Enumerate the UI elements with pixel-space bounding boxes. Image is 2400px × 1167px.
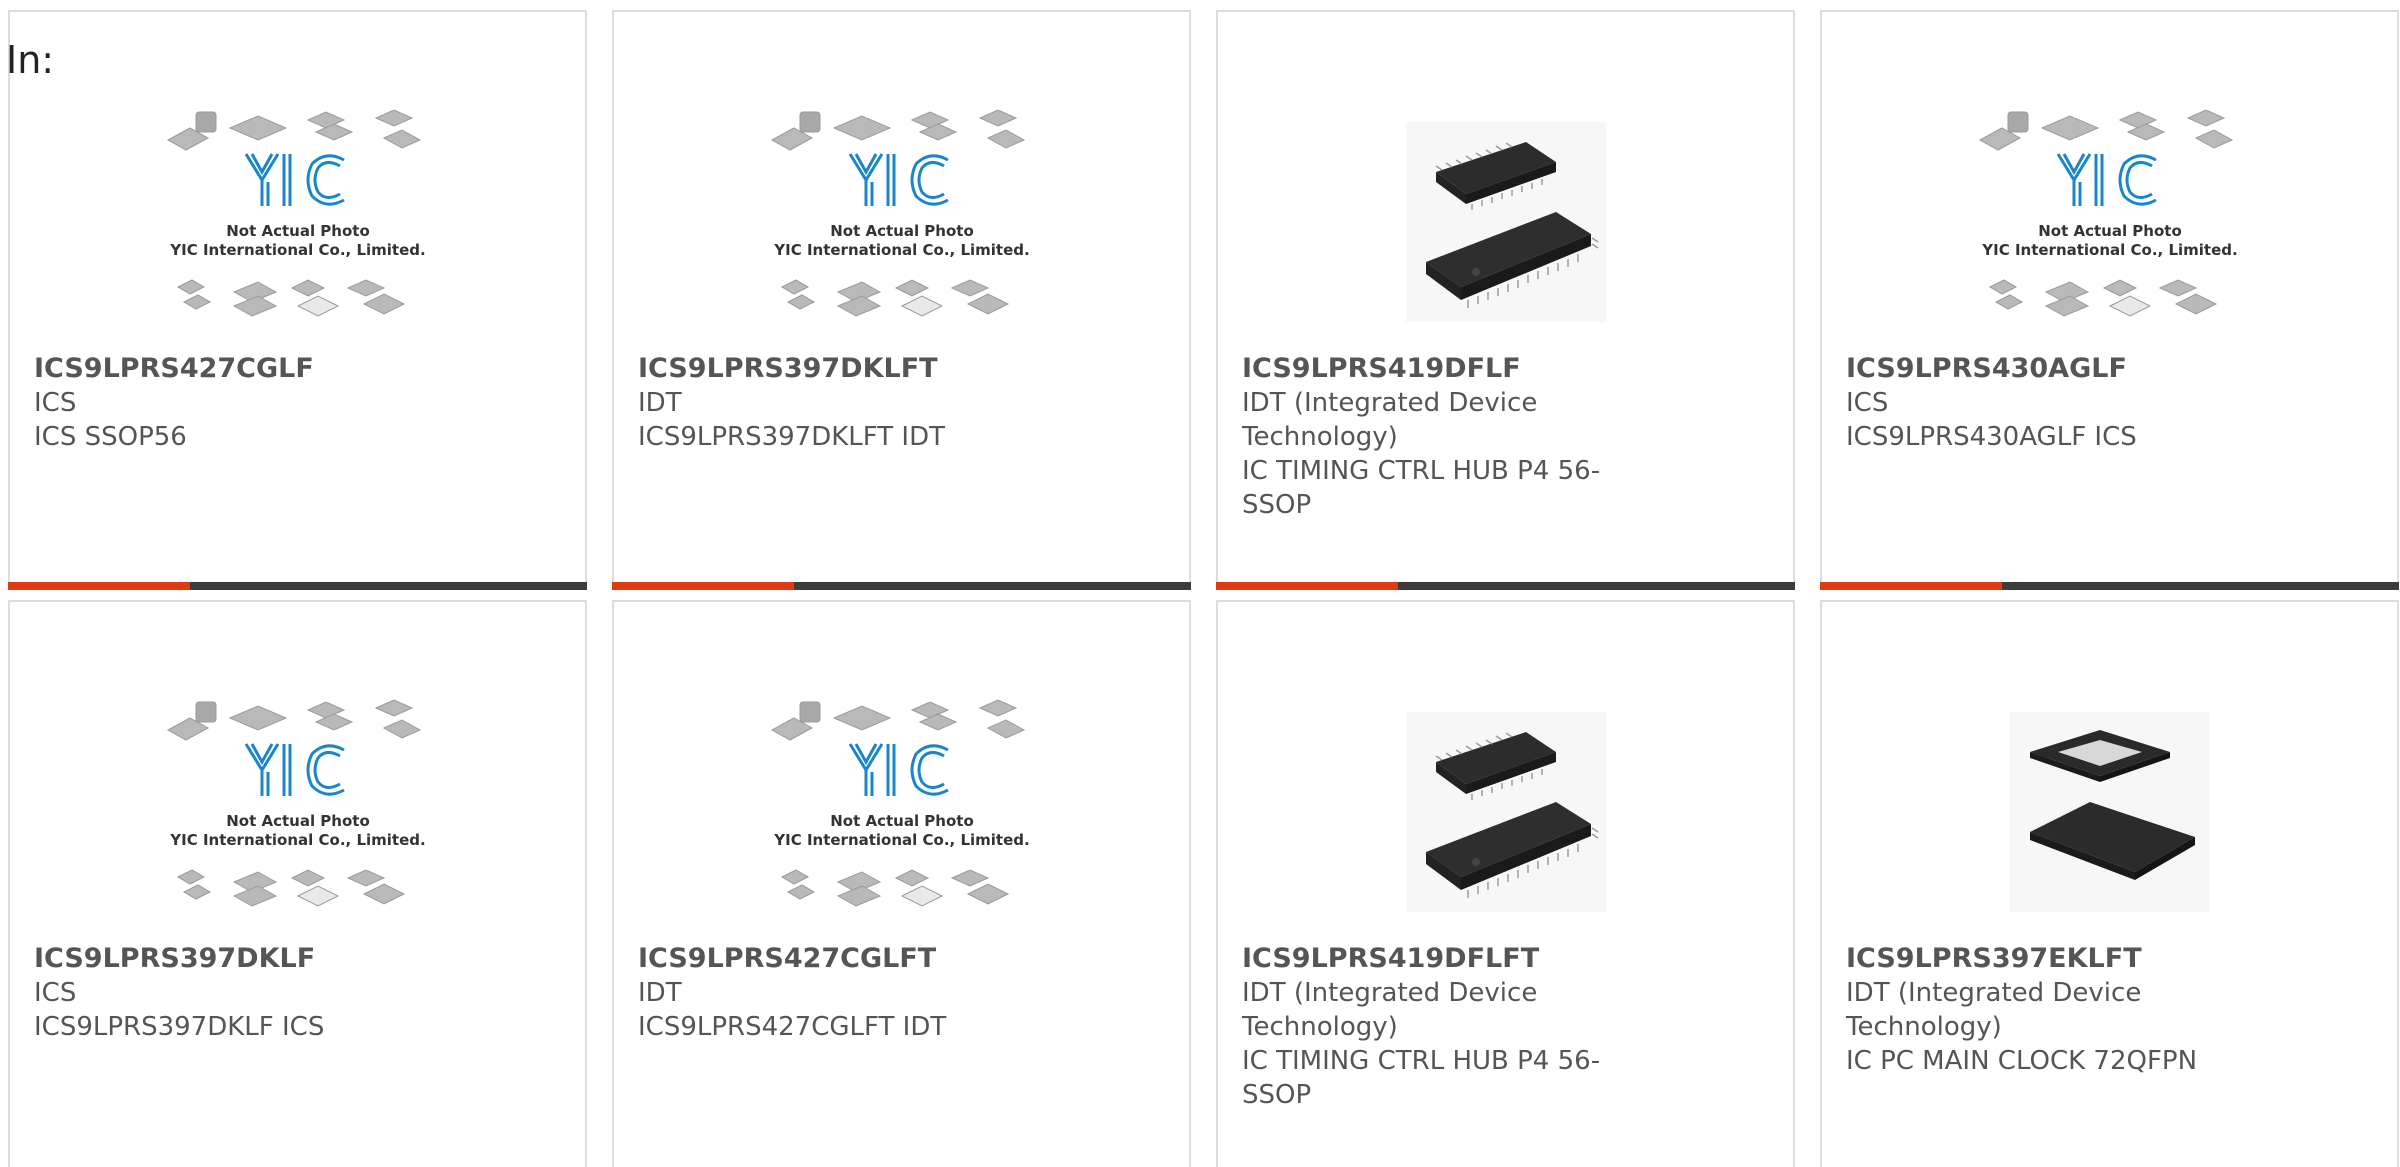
product-card[interactable]: Not Actual Photo YIC International Co., … bbox=[612, 600, 1191, 1167]
product-info: ICS9LPRS427CGLFT IDT ICS9LPRS427CGLFT IDT bbox=[638, 942, 1165, 1044]
part-number-link[interactable]: ICS9LPRS430AGLF bbox=[1846, 352, 2373, 386]
product-image[interactable] bbox=[1822, 682, 2397, 942]
svg-text:YIC International Co., Limited: YIC International Co., Limited. bbox=[169, 831, 425, 849]
not-actual-photo-icon: Not Actual Photo YIC International Co., … bbox=[770, 109, 1029, 317]
description: IC TIMING CTRL HUB P4 56-SSOP bbox=[1242, 456, 1601, 520]
product-image[interactable]: Not Actual Photo YIC International Co., … bbox=[1822, 92, 2397, 352]
product-card[interactable]: Not Actual Photo YIC International Co., … bbox=[8, 600, 587, 1167]
description: IC TIMING CTRL HUB P4 56-SSOP bbox=[1242, 1046, 1601, 1110]
product-card[interactable]: Not Actual Photo YIC International Co., … bbox=[8, 10, 587, 590]
page: In: Not Actual Photo YIC International C… bbox=[0, 0, 2400, 1167]
product-info: ICS9LPRS430AGLF ICS ICS9LPRS430AGLF ICS bbox=[1846, 352, 2373, 454]
svg-text:Not Actual Photo: Not Actual Photo bbox=[2038, 222, 2182, 240]
manufacturer: IDT (Integrated Device Technology) bbox=[1846, 978, 2142, 1042]
description: ICS9LPRS397DKLFT IDT bbox=[638, 422, 945, 452]
product-info: ICS9LPRS397DKLFT IDT ICS9LPRS397DKLFT IDT bbox=[638, 352, 1165, 454]
product-image[interactable] bbox=[1218, 92, 1793, 352]
part-number-link[interactable]: ICS9LPRS397DKLFT bbox=[638, 352, 1165, 386]
not-actual-photo-icon: Not Actual Photo YIC International Co., … bbox=[166, 699, 425, 907]
card-accent-bar bbox=[612, 582, 794, 590]
not-actual-photo-icon: Not Actual Photo YIC International Co., … bbox=[1978, 109, 2237, 317]
product-info: ICS9LPRS397EKLFT IDT (Integrated Device T… bbox=[1846, 942, 2373, 1078]
card-bottom-bar bbox=[8, 582, 587, 590]
card-accent-bar bbox=[1216, 582, 1398, 590]
manufacturer: IDT (Integrated Device Technology) bbox=[1242, 388, 1538, 452]
manufacturer: ICS bbox=[34, 978, 77, 1008]
card-bottom-bar bbox=[1216, 582, 1795, 590]
description: ICS SSOP56 bbox=[34, 422, 187, 452]
card-accent-bar bbox=[1820, 582, 2002, 590]
svg-text:YIC International Co., Limited: YIC International Co., Limited. bbox=[773, 241, 1029, 259]
product-image[interactable]: Not Actual Photo YIC International Co., … bbox=[614, 92, 1189, 352]
manufacturer: ICS bbox=[34, 388, 77, 418]
product-image[interactable]: Not Actual Photo YIC International Co., … bbox=[10, 92, 585, 352]
ssop-chip-icon bbox=[1405, 122, 1606, 322]
not-actual-photo-icon: Not Actual Photo YIC International Co., … bbox=[166, 109, 425, 317]
part-number-link[interactable]: ICS9LPRS427CGLFT bbox=[638, 942, 1165, 976]
description: ICS9LPRS427CGLFT IDT bbox=[638, 1012, 947, 1042]
product-image[interactable]: Not Actual Photo YIC International Co., … bbox=[10, 682, 585, 942]
product-card[interactable]: ICS9LPRS397EKLFT IDT (Integrated Device T… bbox=[1820, 600, 2399, 1167]
description: IC PC MAIN CLOCK 72QFPN bbox=[1846, 1046, 2198, 1076]
svg-text:Not Actual Photo: Not Actual Photo bbox=[226, 812, 370, 830]
product-card[interactable]: ICS9LPRS419DFLFT IDT (Integrated Device T… bbox=[1216, 600, 1795, 1167]
product-info: ICS9LPRS419DFLF IDT (Integrated Device Te… bbox=[1242, 352, 1769, 522]
manufacturer: IDT bbox=[638, 388, 682, 418]
product-info: ICS9LPRS427CGLF ICS ICS SSOP56 bbox=[34, 352, 561, 454]
manufacturer: IDT bbox=[638, 978, 682, 1008]
not-actual-photo-icon: Not Actual Photo YIC International Co., … bbox=[770, 699, 1029, 907]
part-number-link[interactable]: ICS9LPRS397DKLF bbox=[34, 942, 561, 976]
manufacturer: IDT (Integrated Device Technology) bbox=[1242, 978, 1538, 1042]
card-accent-bar bbox=[8, 582, 190, 590]
svg-text:Not Actual Photo: Not Actual Photo bbox=[830, 222, 974, 240]
product-info: ICS9LPRS419DFLFT IDT (Integrated Device T… bbox=[1242, 942, 1769, 1112]
product-card[interactable]: ICS9LPRS419DFLF IDT (Integrated Device Te… bbox=[1216, 10, 1795, 590]
manufacturer: ICS bbox=[1846, 388, 1889, 418]
product-card[interactable]: Not Actual Photo YIC International Co., … bbox=[1820, 10, 2399, 590]
svg-text:Not Actual Photo: Not Actual Photo bbox=[226, 222, 370, 240]
product-grid: Not Actual Photo YIC International Co., … bbox=[8, 10, 2399, 1167]
card-bottom-bar bbox=[1820, 582, 2399, 590]
svg-text:Not Actual Photo: Not Actual Photo bbox=[830, 812, 974, 830]
product-image[interactable] bbox=[1218, 682, 1793, 942]
product-image[interactable]: Not Actual Photo YIC International Co., … bbox=[614, 682, 1189, 942]
svg-text:YIC International Co., Limited: YIC International Co., Limited. bbox=[169, 241, 425, 259]
svg-text:YIC International Co., Limited: YIC International Co., Limited. bbox=[1981, 241, 2237, 259]
product-info: ICS9LPRS397DKLF ICS ICS9LPRS397DKLF ICS bbox=[34, 942, 561, 1044]
svg-text:YIC International Co., Limited: YIC International Co., Limited. bbox=[773, 831, 1029, 849]
card-bottom-bar bbox=[612, 582, 1191, 590]
part-number-link[interactable]: ICS9LPRS419DFLFT bbox=[1242, 942, 1769, 976]
part-number-link[interactable]: ICS9LPRS397EKLFT bbox=[1846, 942, 2373, 976]
description: ICS9LPRS397DKLF ICS bbox=[34, 1012, 325, 1042]
in-label: In: bbox=[6, 38, 55, 82]
ssop-chip-icon bbox=[1405, 712, 1606, 912]
part-number-link[interactable]: ICS9LPRS419DFLF bbox=[1242, 352, 1769, 386]
part-number-link[interactable]: ICS9LPRS427CGLF bbox=[34, 352, 561, 386]
product-card[interactable]: Not Actual Photo YIC International Co., … bbox=[612, 10, 1191, 590]
qfn-chip-icon bbox=[2009, 712, 2210, 912]
description: ICS9LPRS430AGLF ICS bbox=[1846, 422, 2137, 452]
